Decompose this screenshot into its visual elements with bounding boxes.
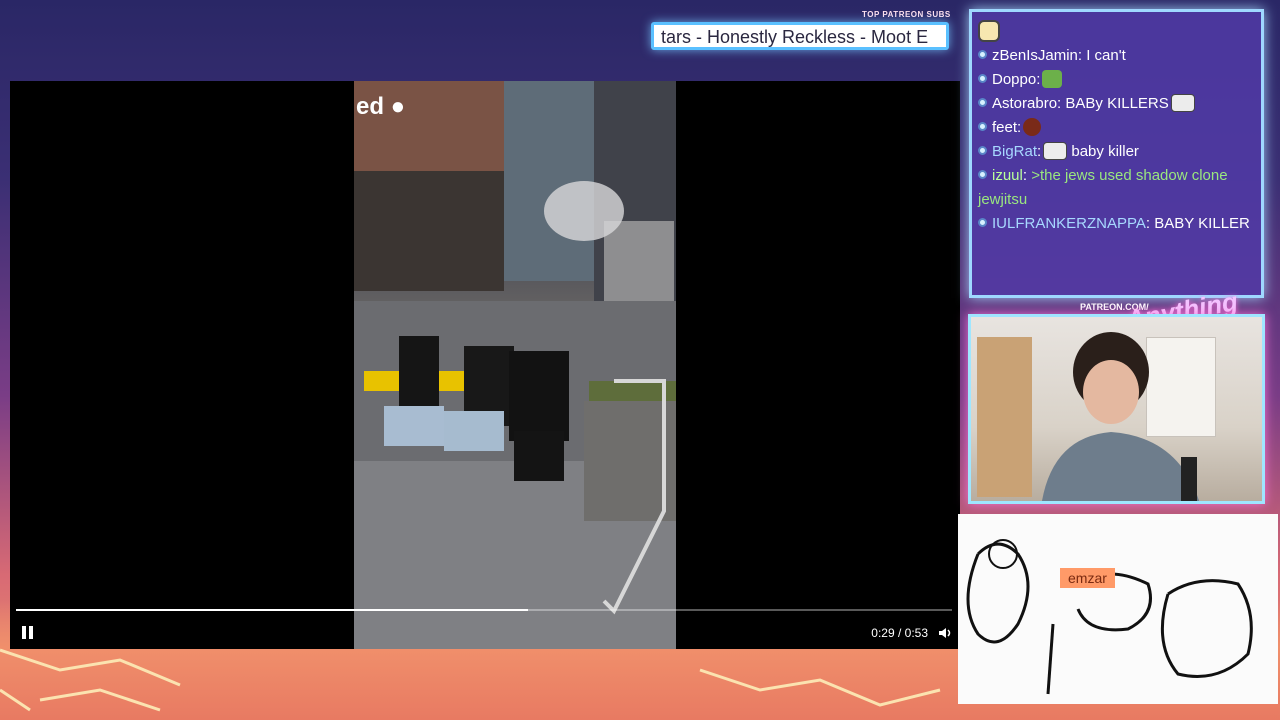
- badge-icon: [978, 122, 987, 131]
- ball-emote-icon: [1023, 118, 1042, 136]
- chat-username: Astorabro: [992, 95, 1058, 112]
- progress-fill: [16, 609, 528, 611]
- chat-text: BABY KILLER: [1150, 215, 1250, 232]
- chat-username: Doppo: [992, 71, 1037, 88]
- face-emote-icon: [1043, 142, 1068, 160]
- patreon-ticker: tars - Honestly Reckless - Moot E: [651, 22, 949, 50]
- pause-button[interactable]: [22, 626, 36, 640]
- patreon-subs-label: TOP PATREON SUBS: [862, 10, 951, 19]
- chat-message: feet:: [978, 116, 1255, 140]
- chat-message: zBenIsJamin: I can't: [978, 44, 1255, 68]
- chat-username: izuul: [992, 167, 1023, 184]
- chat-username: zBenIsJamin: [992, 47, 1078, 64]
- progress-bar[interactable]: [16, 609, 952, 611]
- drawing-name-tag: emzar: [1060, 568, 1115, 588]
- chat-username: BigRat: [992, 143, 1038, 160]
- badge-icon: [978, 50, 987, 59]
- chat-text: I can't: [1082, 47, 1126, 64]
- badge-icon: [978, 218, 987, 227]
- chat-message: IULFRANKERZNAPPA: BABY KILLER: [978, 212, 1255, 236]
- chat-username: feet: [992, 119, 1018, 136]
- webcam-feed: [968, 314, 1265, 504]
- chat-text: baby killer: [1067, 143, 1139, 160]
- streamer-image: [1042, 332, 1200, 501]
- webcam-shelf: [977, 337, 1032, 497]
- badge-icon: [978, 98, 987, 107]
- chat-message: izuul: >the jews used shadow clone jewji…: [978, 167, 1228, 208]
- chat-message: Doppo:: [978, 68, 1255, 92]
- badge-icon: [978, 146, 987, 155]
- pause-icon: [22, 626, 26, 639]
- frog-emote-icon: [1042, 70, 1063, 88]
- video-overlay-text: ed ●: [356, 93, 406, 120]
- chat-username: IULFRANKERZNAPPA: [992, 215, 1146, 232]
- badge-icon: [978, 170, 987, 179]
- chat-text: BABy KILLERS: [1061, 95, 1169, 112]
- doodle-image: [966, 539, 1253, 695]
- chat-header-icon: [978, 20, 1000, 42]
- street-scene-image: [354, 81, 676, 649]
- video-frame[interactable]: ed ●: [354, 81, 676, 649]
- time-display: 0:29 / 0:53: [871, 626, 928, 640]
- volume-icon[interactable]: [938, 626, 952, 640]
- video-player[interactable]: ed ● 0:29 / 0:53: [10, 81, 960, 649]
- chat-message: BigRat: baby killer: [978, 140, 1255, 164]
- player-right-controls: 0:29 / 0:53: [871, 626, 952, 640]
- player-controls: 0:29 / 0:53: [10, 617, 960, 649]
- badge-icon: [978, 74, 987, 83]
- ticker-text: tars - Honestly Reckless - Moot E: [661, 27, 929, 47]
- face-emote-icon: [1170, 94, 1195, 112]
- drawing-canvas[interactable]: [958, 514, 1278, 704]
- chat-message: Astorabro: BABy KILLERS: [978, 92, 1255, 116]
- chat-panel: zBenIsJamin: I can't Doppo: Astorabro: B…: [969, 9, 1264, 298]
